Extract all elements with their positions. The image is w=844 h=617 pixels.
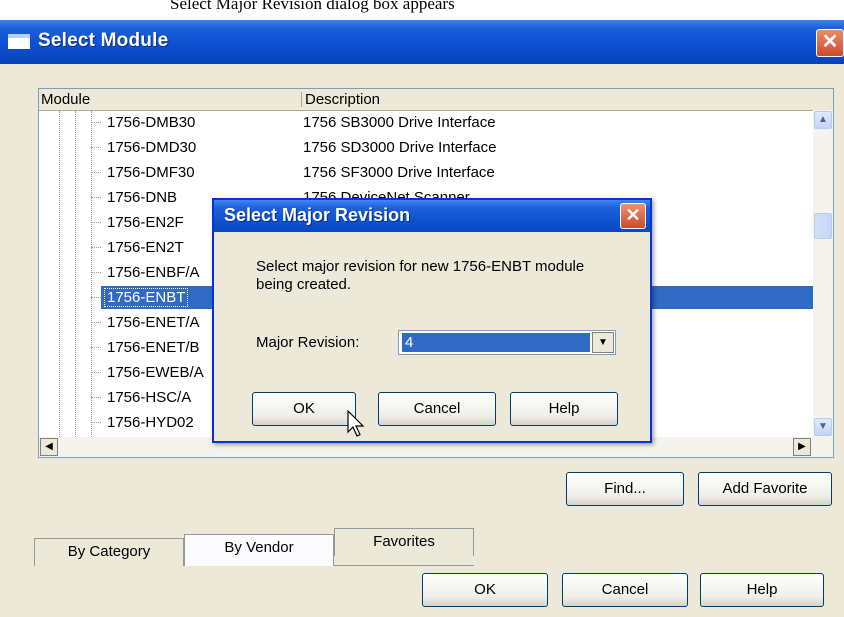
window-title: Select Module — [38, 30, 169, 51]
dialog-title: Select Major Revision — [224, 205, 411, 225]
scroll-left-button[interactable]: ◀ — [40, 438, 58, 456]
module-name: 1756-HYD02 — [107, 414, 194, 431]
column-header-description[interactable]: Description — [305, 91, 380, 108]
select-major-revision-dialog: Select Major Revision ✕ Select major rev… — [212, 198, 652, 443]
tree-connector — [91, 311, 103, 334]
window-titlebar: Select Module ✕ — [0, 20, 844, 64]
major-revision-value: 4 — [402, 333, 590, 352]
module-name: 1756-EN2F — [107, 214, 184, 231]
caption-text: Select Major Revision dialog box appears — [170, 0, 455, 13]
major-revision-label: Major Revision: — [256, 334, 360, 351]
module-name: 1756-EN2T — [107, 239, 184, 256]
column-separator[interactable] — [301, 92, 302, 107]
dialog-titlebar: Select Major Revision ✕ — [214, 200, 650, 232]
window-icon — [8, 34, 30, 49]
tree-connector — [91, 261, 103, 284]
caption-strip: Select Major Revision dialog box appears — [0, 0, 844, 20]
tab-by-vendor[interactable]: By Vendor — [184, 534, 334, 566]
module-description: 1756 SB3000 Drive Interface — [303, 114, 496, 131]
list-header: Module Description — [39, 89, 833, 111]
cancel-button[interactable]: Cancel — [562, 573, 688, 607]
scroll-thumb[interactable] — [814, 213, 832, 239]
tree-connector — [91, 286, 103, 309]
dialog-cancel-button[interactable]: Cancel — [378, 392, 496, 426]
module-name: 1756-ENET/A — [107, 314, 200, 331]
dialog-help-button[interactable]: Help — [510, 392, 618, 426]
scroll-right-button[interactable]: ▶ — [793, 438, 811, 456]
tree-connector — [91, 411, 103, 434]
tree-connector — [91, 336, 103, 359]
tree-connector — [91, 386, 103, 409]
module-name: 1756-ENBF/A — [107, 264, 200, 281]
scroll-up-button[interactable]: ▲ — [814, 111, 832, 129]
tab-favorites[interactable]: Favorites — [334, 528, 474, 556]
help-button[interactable]: Help — [700, 573, 824, 607]
column-header-module[interactable]: Module — [41, 91, 90, 108]
module-name: 1756-DMD30 — [107, 139, 197, 156]
dialog-close-button[interactable]: ✕ — [620, 203, 646, 229]
tree-connector — [91, 211, 103, 234]
tree-connector — [91, 111, 103, 134]
module-description: 1756 SD3000 Drive Interface — [303, 139, 497, 156]
tab-by-category[interactable]: By Category — [34, 538, 184, 566]
scroll-down-button[interactable]: ▼ — [814, 418, 832, 436]
chevron-down-icon[interactable]: ▼ — [592, 332, 614, 353]
tree-connector — [91, 161, 103, 184]
tree-connector — [91, 236, 103, 259]
module-name: 1756-ENBT — [103, 288, 189, 307]
major-revision-select[interactable]: 4 ▼ — [398, 330, 616, 355]
tree-connector — [91, 136, 103, 159]
table-row[interactable]: 1756-DMF30 1756 SF3000 Drive Interface — [39, 161, 813, 184]
dialog-message: Select major revision for new 1756-ENBT … — [256, 258, 585, 293]
add-favorite-button[interactable]: Add Favorite — [698, 472, 832, 506]
table-row[interactable]: 1756-DMD30 1756 SD3000 Drive Interface — [39, 136, 813, 159]
module-name: 1756-EWEB/A — [107, 364, 204, 381]
module-name: 1756-DMB30 — [107, 114, 196, 131]
window-close-button[interactable]: ✕ — [816, 29, 844, 57]
dialog-ok-button[interactable]: OK — [252, 392, 356, 426]
find-button[interactable]: Find... — [566, 472, 684, 506]
module-name: 1756-DNB — [107, 189, 178, 206]
table-row[interactable]: 1756-DMB30 1756 SB3000 Drive Interface — [39, 111, 813, 134]
module-description: 1756 SF3000 Drive Interface — [303, 164, 495, 181]
ok-button[interactable]: OK — [422, 573, 548, 607]
vertical-scrollbar[interactable]: ▲ ▼ — [813, 110, 833, 437]
tree-connector — [91, 361, 103, 384]
module-name: 1756-DMF30 — [107, 164, 195, 181]
module-name: 1756-ENET/B — [107, 339, 200, 356]
mouse-pointer-icon — [347, 410, 365, 437]
module-name: 1756-HSC/A — [107, 389, 192, 406]
tree-connector — [91, 186, 103, 209]
